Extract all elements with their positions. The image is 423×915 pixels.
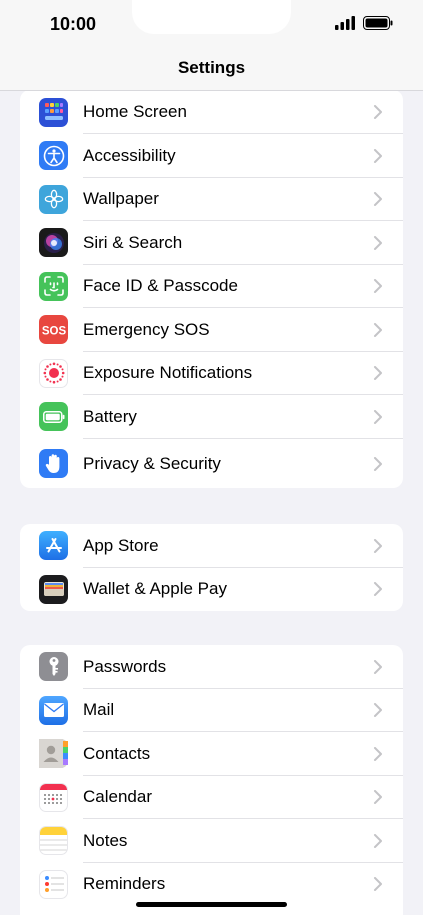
passwords-key-icon <box>39 652 68 682</box>
battery-icon <box>39 402 68 432</box>
status-bar: 10:00 <box>0 0 423 48</box>
chevron-right-icon <box>374 192 382 207</box>
settings-item-home-screen[interactable]: Home Screen <box>20 90 403 134</box>
settings-item-exposure-notifications[interactable]: Exposure Notifications <box>20 352 403 395</box>
chevron-right-icon <box>374 279 382 294</box>
chevron-right-icon <box>374 148 382 163</box>
settings-item-mail[interactable]: Mail <box>20 689 403 732</box>
status-icons <box>335 16 393 30</box>
chevron-right-icon <box>374 582 382 597</box>
chevron-right-icon <box>374 322 382 337</box>
chevron-right-icon <box>374 746 382 761</box>
chevron-right-icon <box>374 703 382 718</box>
contacts-icon <box>39 739 68 769</box>
reminders-icon <box>39 869 68 899</box>
home-screen-icon <box>39 97 68 127</box>
settings-item-battery[interactable]: Battery <box>20 395 403 439</box>
signal-icon <box>335 16 355 30</box>
settings-item-siri-search[interactable]: Siri & Search <box>20 221 403 265</box>
mail-icon <box>39 695 68 725</box>
notch <box>132 0 291 34</box>
settings-item-reminders[interactable]: Reminders <box>20 863 403 907</box>
settings-item-emergency-sos[interactable]: SOS Emergency SOS <box>20 308 403 352</box>
chevron-right-icon <box>374 105 382 119</box>
status-time: 10:00 <box>50 14 97 34</box>
chevron-right-icon <box>374 409 382 424</box>
settings-item-contacts[interactable]: Contacts <box>20 732 403 776</box>
settings-list[interactable]: Home Screen Accessibility Wallpaper Siri… <box>0 90 423 915</box>
face-id-icon <box>39 271 68 301</box>
settings-item-wallpaper[interactable]: Wallpaper <box>20 178 403 221</box>
wallet-icon <box>39 574 68 604</box>
chevron-right-icon <box>374 790 382 805</box>
page-title: Settings <box>177 58 246 77</box>
privacy-hand-icon <box>39 449 68 478</box>
home-indicator[interactable] <box>136 902 287 907</box>
chevron-right-icon <box>374 877 382 892</box>
wallpaper-icon <box>39 184 68 214</box>
settings-item-calendar[interactable]: Calendar <box>20 776 403 819</box>
settings-group-apps: Passwords Mail Contacts Calendar Notes R… <box>20 645 403 915</box>
settings-item-passwords[interactable]: Passwords <box>20 645 403 689</box>
chevron-right-icon <box>374 235 382 250</box>
settings-item-notes[interactable]: Notes <box>20 819 403 863</box>
settings-group-store: App Store Wallet & Apple Pay <box>20 524 403 611</box>
settings-item-accessibility[interactable]: Accessibility <box>20 134 403 178</box>
exposure-icon <box>39 358 68 388</box>
chevron-right-icon <box>374 833 382 848</box>
settings-item-wallet[interactable]: Wallet & Apple Pay <box>20 568 403 612</box>
accessibility-icon <box>39 141 68 171</box>
settings-group-general: Home Screen Accessibility Wallpaper Siri… <box>20 90 403 488</box>
settings-item-face-id[interactable]: Face ID & Passcode <box>20 265 403 308</box>
battery-status-icon <box>363 16 393 30</box>
settings-item-privacy-security[interactable]: Privacy & Security <box>20 439 403 489</box>
calendar-icon <box>39 782 68 812</box>
sos-icon: SOS <box>39 315 68 345</box>
settings-item-app-store[interactable]: App Store <box>20 524 403 568</box>
chevron-right-icon <box>374 538 382 553</box>
svg-text:SOS: SOS <box>41 325 66 337</box>
siri-icon <box>39 228 68 258</box>
notes-icon <box>39 826 68 856</box>
navigation-bar: Settings <box>0 48 423 91</box>
chevron-right-icon <box>374 659 382 674</box>
app-store-icon <box>39 531 68 561</box>
chevron-right-icon <box>374 366 382 381</box>
chevron-right-icon <box>374 456 382 471</box>
